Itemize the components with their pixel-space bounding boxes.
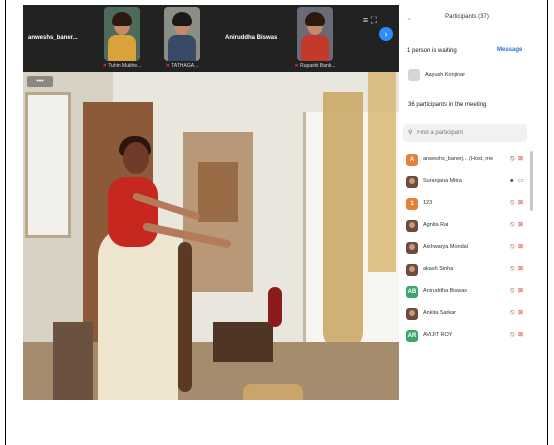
panel-title: Participants (37) bbox=[445, 14, 489, 20]
video-scene-tanpura bbox=[178, 242, 192, 392]
avatar: 1 bbox=[406, 198, 418, 210]
participant-video bbox=[297, 7, 333, 61]
mic-muted-icon[interactable]: ⦸ bbox=[510, 199, 515, 207]
avatar bbox=[406, 264, 418, 276]
participant-row[interactable]: AR AVIJIT ROY ⦸ ⊠ bbox=[403, 327, 529, 349]
camera-off-icon[interactable]: ⊠ bbox=[518, 309, 523, 316]
participant-row[interactable]: Agnita Rai ⦸ ⊠ bbox=[403, 217, 529, 239]
avatar bbox=[408, 69, 420, 81]
video-tile-2[interactable]: ✕ Tuhin Mukhe... bbox=[93, 7, 151, 70]
participant-row[interactable]: Ankita Sarkar ⦸ ⊠ bbox=[403, 305, 529, 327]
frame-border-right bbox=[547, 0, 548, 445]
mic-muted-icon[interactable]: ⦸ bbox=[510, 287, 515, 295]
participant-name: Aniruddha Biswas bbox=[423, 288, 468, 294]
participant-video bbox=[104, 7, 140, 61]
tile-label: TATHAGA... bbox=[171, 63, 199, 69]
camera-off-icon[interactable]: ⊠ bbox=[518, 287, 523, 294]
thumbnail-strip: anweshs_baner... ✕ Tuhin Mukhe... ✕ TATH… bbox=[23, 5, 399, 72]
scrollbar[interactable] bbox=[530, 151, 533, 211]
participant-row[interactable]: 1 123 ⦸ ⊠ bbox=[403, 195, 529, 217]
mic-muted-icon: ✕ bbox=[102, 63, 107, 69]
camera-off-icon[interactable]: ⊠ bbox=[518, 265, 523, 272]
avatar bbox=[406, 176, 418, 188]
tile-label: Rupashi Bank... bbox=[300, 63, 336, 69]
video-tile-1[interactable]: anweshs_baner... bbox=[23, 7, 91, 70]
video-scene-window bbox=[25, 92, 71, 238]
camera-off-icon[interactable]: ⊠ bbox=[518, 155, 523, 162]
strip-controls: ≡ ⛶ bbox=[363, 15, 377, 26]
participant-name: 123 bbox=[423, 200, 433, 206]
participant-name: Aayush Konjinar bbox=[425, 72, 466, 78]
mic-muted-icon[interactable]: ⦸ bbox=[510, 265, 515, 273]
video-scene-stairs bbox=[53, 322, 93, 400]
avatar bbox=[406, 308, 418, 320]
dancer-figure bbox=[98, 227, 178, 400]
fullscreen-icon[interactable]: ⛶ bbox=[371, 15, 377, 25]
mic-icon[interactable]: ⦁ bbox=[510, 177, 514, 185]
participant-row[interactable]: akash Sinha ⦸ ⊠ bbox=[403, 261, 529, 283]
dancer-figure bbox=[108, 177, 158, 247]
video-area: anweshs_baner... ✕ Tuhin Mukhe... ✕ TATH… bbox=[23, 5, 399, 400]
video-scene-shelf bbox=[198, 162, 238, 222]
avatar: AR bbox=[406, 330, 418, 342]
panel-header: ⌄ Participants (37) bbox=[400, 14, 534, 28]
tile-name: anweshs_baner... bbox=[28, 35, 78, 41]
camera-off-icon[interactable]: ⊠ bbox=[518, 221, 523, 228]
mic-muted-icon[interactable]: ⦸ bbox=[510, 331, 515, 339]
next-page-button[interactable]: › bbox=[379, 27, 393, 41]
participant-name: Aishwarya Mondal bbox=[423, 244, 468, 250]
participant-search[interactable]: ⚲ bbox=[403, 124, 527, 142]
video-tile-4[interactable]: Aniruddha Biswas bbox=[215, 7, 295, 70]
video-scene-drum bbox=[243, 384, 303, 400]
camera-off-icon[interactable]: ⊠ bbox=[518, 331, 523, 338]
search-input[interactable] bbox=[417, 130, 522, 136]
mic-muted-icon: ✕ bbox=[165, 63, 170, 69]
participant-name: AVIJIT ROY bbox=[423, 332, 453, 338]
video-tile-3[interactable]: ✕ TATHAGA... bbox=[153, 7, 211, 70]
tile-name: Aniruddha Biswas bbox=[225, 35, 278, 41]
participant-video bbox=[164, 7, 200, 61]
mic-muted-icon: ✕ bbox=[294, 63, 299, 69]
in-meeting-header: 36 participants in the meeting bbox=[408, 102, 487, 108]
participant-name: akash Sinha bbox=[423, 266, 454, 272]
waiting-participant[interactable]: Aayush Konjinar bbox=[405, 67, 529, 83]
mic-muted-icon[interactable]: ⦸ bbox=[510, 221, 515, 229]
participants-panel: ⌄ Participants (37) 1 person is waiting … bbox=[400, 5, 534, 400]
participant-name: Agnita Rai bbox=[423, 222, 449, 228]
grid-view-icon[interactable]: ≡ bbox=[363, 15, 368, 25]
avatar: A bbox=[406, 154, 418, 166]
participant-row[interactable]: Aishwarya Mondal ⦸ ⊠ bbox=[403, 239, 529, 261]
message-button[interactable]: Message bbox=[497, 47, 522, 53]
avatar bbox=[406, 242, 418, 254]
video-scene-vase bbox=[268, 287, 282, 327]
avatar: AB bbox=[406, 286, 418, 298]
participant-row[interactable]: A anweshs_banerj... (Host, me) ⦸ ⊠ bbox=[403, 151, 529, 173]
participant-list: A anweshs_banerj... (Host, me) ⦸ ⊠ Suran… bbox=[403, 151, 529, 349]
more-options-icon[interactable]: ••• bbox=[27, 76, 53, 87]
frame-border-left bbox=[5, 0, 6, 445]
video-scene-curtain bbox=[323, 92, 363, 352]
camera-icon[interactable]: ▭ bbox=[518, 177, 524, 184]
participant-name: Suranjana Mitra bbox=[423, 178, 462, 184]
camera-off-icon[interactable]: ⊠ bbox=[518, 199, 523, 206]
mic-icon[interactable]: ⦸ bbox=[510, 155, 515, 163]
camera-off-icon[interactable]: ⊠ bbox=[518, 243, 523, 250]
participant-name: Ankita Sarkar bbox=[423, 310, 457, 316]
mic-muted-icon[interactable]: ⦸ bbox=[510, 309, 515, 317]
search-icon: ⚲ bbox=[408, 130, 413, 136]
mic-muted-icon[interactable]: ⦸ bbox=[510, 243, 515, 251]
avatar bbox=[406, 220, 418, 232]
participant-row[interactable]: Suranjana Mitra ⦁ ▭ bbox=[403, 173, 529, 195]
video-scene-table bbox=[213, 322, 273, 362]
dancer-figure bbox=[123, 142, 149, 174]
main-speaker-video: ••• bbox=[23, 72, 399, 400]
video-tile-5[interactable]: ✕ Rupashi Bank... bbox=[285, 7, 345, 70]
video-scene-curtain bbox=[368, 72, 396, 272]
tile-label: Tuhin Mukhe... bbox=[108, 63, 142, 69]
participant-row[interactable]: AB Aniruddha Biswas ⦸ ⊠ bbox=[403, 283, 529, 305]
waiting-room-text: 1 person is waiting bbox=[407, 48, 457, 54]
participant-name: anweshs_banerj... (Host, me) bbox=[423, 156, 493, 162]
